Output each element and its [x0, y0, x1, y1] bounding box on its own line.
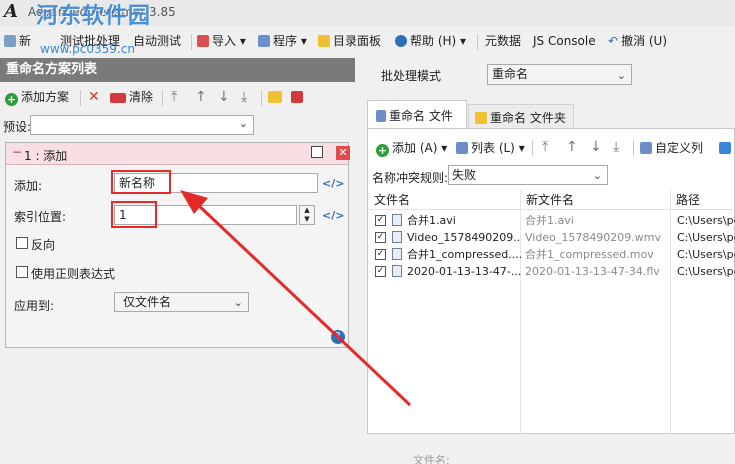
annotation-arrow [180, 190, 412, 407]
